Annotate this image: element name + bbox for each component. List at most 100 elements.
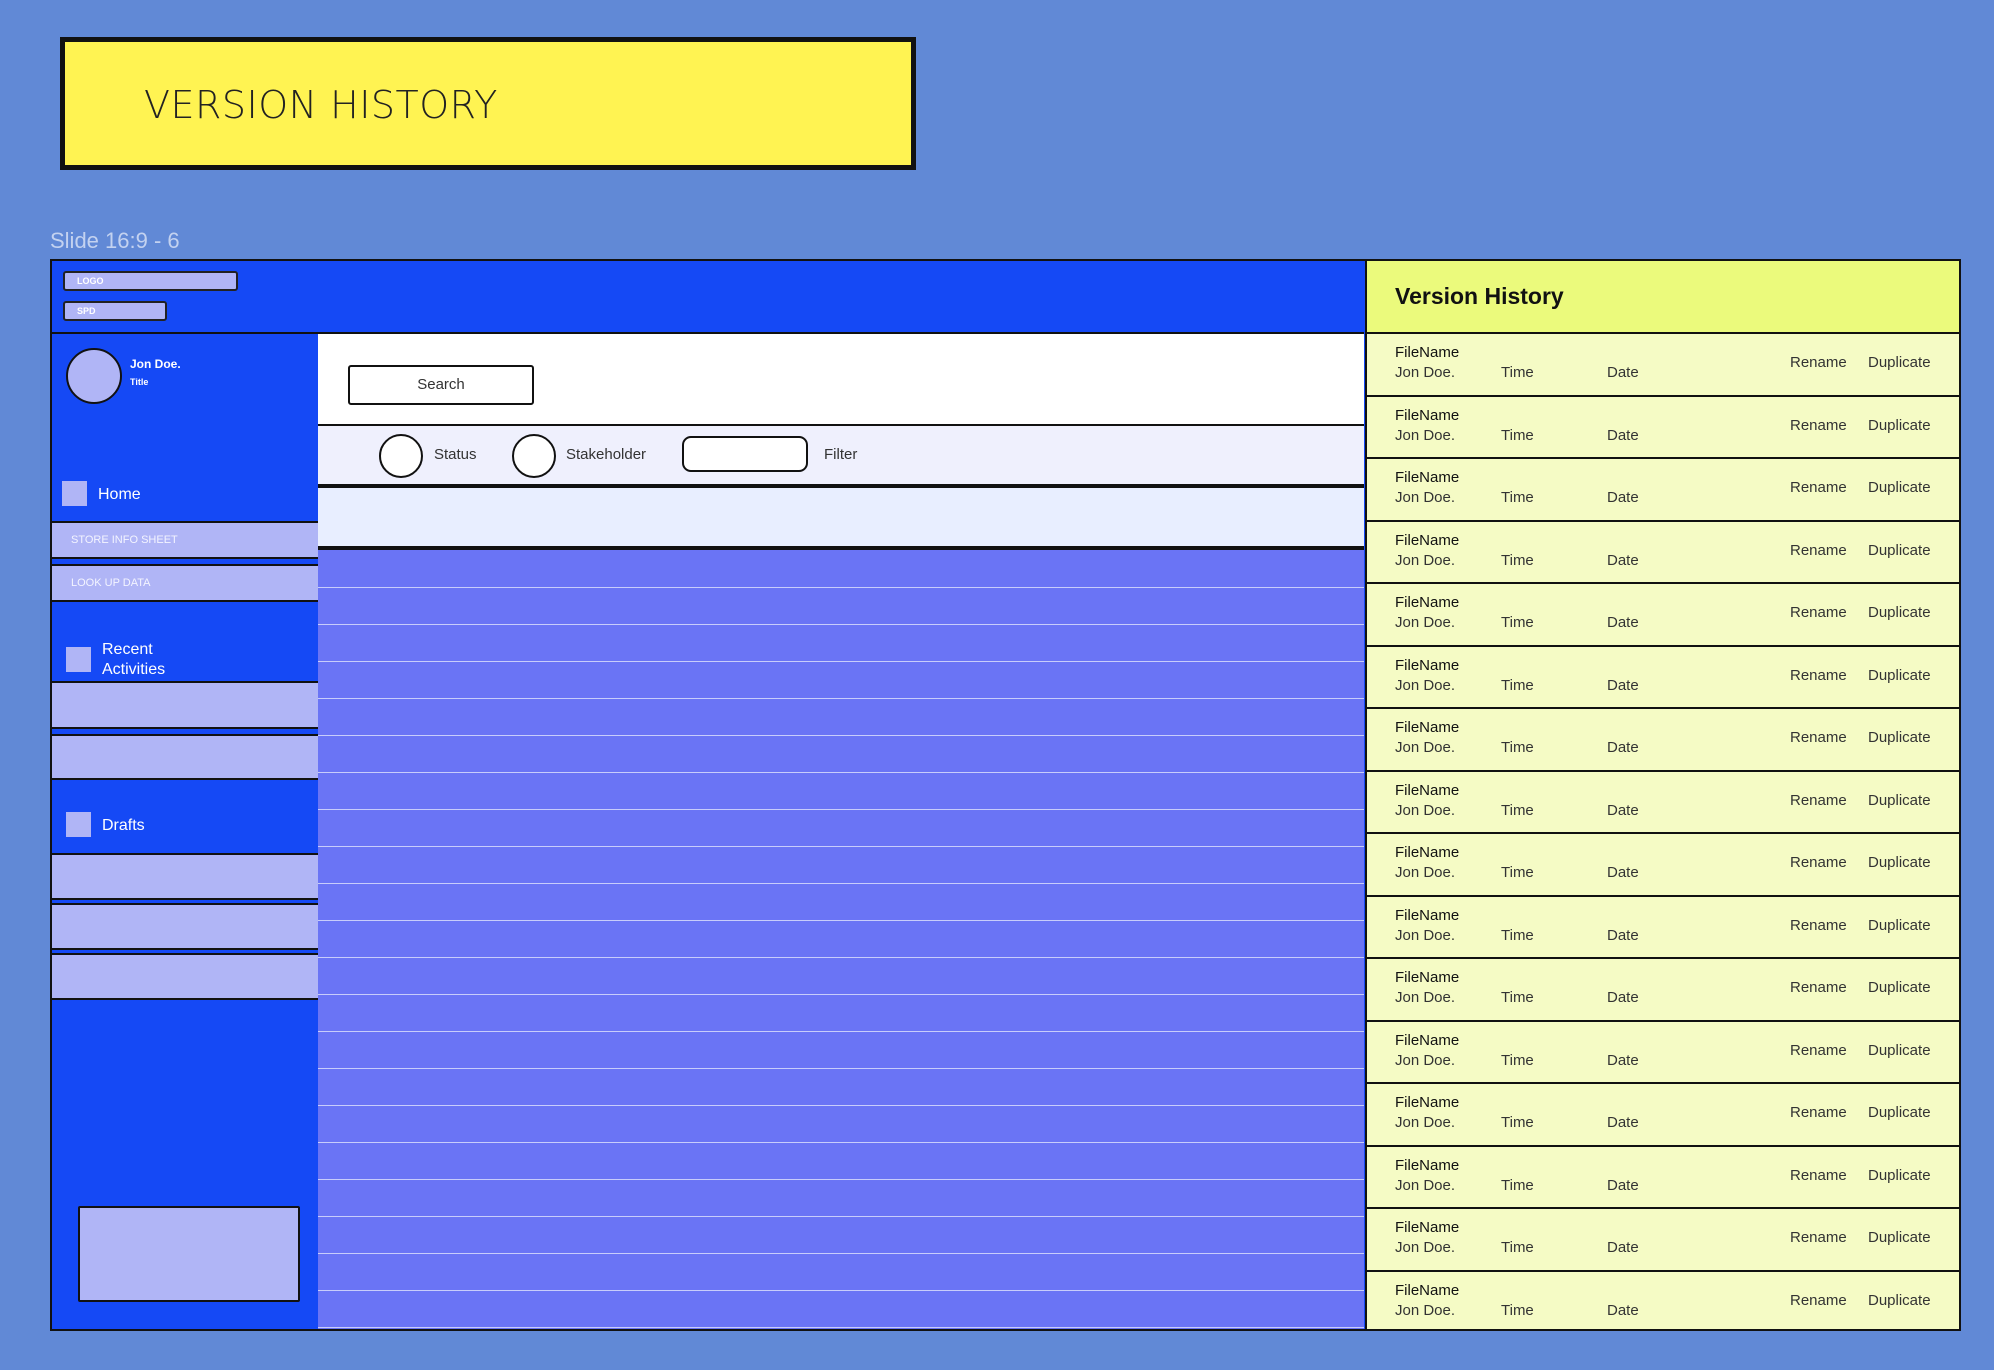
rename-button[interactable]: Rename <box>1790 479 1847 496</box>
version-time: Time <box>1501 1176 1534 1194</box>
version-time: Time <box>1501 989 1534 1006</box>
table-row-divider <box>318 772 1364 773</box>
rename-button[interactable]: Rename <box>1790 854 1847 871</box>
version-row[interactable]: FileName Jon Doe. Time Date Rename Duplicate <box>1367 1084 1959 1147</box>
duplicate-button[interactable]: Duplicate <box>1868 479 1931 496</box>
filter-row: Status Stakeholder Filter <box>318 426 1364 488</box>
duplicate-button[interactable]: Duplicate <box>1868 1292 1931 1309</box>
version-time: Time <box>1501 551 1534 569</box>
rename-button[interactable]: Rename <box>1790 979 1847 996</box>
version-time: Time <box>1501 614 1534 631</box>
version-date: Date <box>1607 864 1639 881</box>
version-row[interactable]: FileName Jon Doe. Time Date Rename Duplicate <box>1367 1209 1959 1272</box>
rename-button[interactable]: Rename <box>1790 1292 1847 1309</box>
duplicate-button[interactable]: Duplicate <box>1868 729 1931 746</box>
filter-input[interactable] <box>682 436 808 472</box>
table-row-divider <box>318 1179 1364 1180</box>
avatar[interactable] <box>66 348 122 404</box>
sidebar-item-home[interactable]: Home <box>98 485 141 505</box>
sidebar-item-drafts[interactable]: Drafts <box>102 816 145 836</box>
rename-button[interactable]: Rename <box>1790 542 1847 559</box>
rename-button[interactable]: Rename <box>1790 1104 1847 1121</box>
rename-button[interactable]: Rename <box>1790 917 1847 934</box>
table-row-divider <box>318 1105 1364 1106</box>
title-banner: VERSION HISTORY <box>60 37 916 170</box>
author-name: Jon Doe. <box>1395 614 1456 631</box>
version-row[interactable]: FileName Jon Doe. Time Date Rename Duplicate <box>1367 459 1959 522</box>
file-name: FileName <box>1395 656 1460 674</box>
draft-item-3[interactable] <box>52 953 318 1000</box>
sidebar-item-recent-activities[interactable]: Recent Activities <box>102 640 165 680</box>
file-name: FileName <box>1395 1094 1460 1111</box>
author-name: Jon Doe. <box>1395 864 1456 881</box>
status-radio[interactable] <box>379 434 423 478</box>
file-name: FileName <box>1395 844 1460 861</box>
recent-item-1[interactable] <box>52 681 318 729</box>
author-name: Jon Doe. <box>1395 989 1456 1006</box>
rename-button[interactable]: Rename <box>1790 792 1847 809</box>
rename-button[interactable]: Rename <box>1790 1229 1847 1246</box>
search-button[interactable]: Search <box>348 365 534 405</box>
duplicate-button[interactable]: Duplicate <box>1868 354 1931 371</box>
duplicate-button[interactable]: Duplicate <box>1868 417 1931 434</box>
stakeholder-radio[interactable] <box>512 434 556 478</box>
author-name: Jon Doe. <box>1395 926 1456 944</box>
version-row[interactable]: FileName Jon Doe. Time Date Rename Duplicate <box>1367 522 1959 584</box>
table-row-divider <box>318 1327 1364 1328</box>
duplicate-button[interactable]: Duplicate <box>1868 667 1931 684</box>
duplicate-button[interactable]: Duplicate <box>1868 792 1931 809</box>
recent-label-line1: Recent <box>102 641 153 658</box>
rename-button[interactable]: Rename <box>1790 604 1847 621</box>
version-row[interactable]: FileName Jon Doe. Time Date Rename Duplicate <box>1367 1147 1959 1209</box>
rename-button[interactable]: Rename <box>1790 417 1847 434</box>
logo-placeholder[interactable]: LOGO <box>63 271 238 291</box>
version-row[interactable]: FileName Jon Doe. Time Date Rename Duplicate <box>1367 897 1959 959</box>
banner-title: VERSION HISTORY <box>144 83 498 127</box>
sidebar-bottom-card[interactable] <box>78 1206 300 1302</box>
rename-button[interactable]: Rename <box>1790 667 1847 684</box>
table-row-divider <box>318 698 1364 699</box>
version-row[interactable]: FileName Jon Doe. Time Date Rename Duplicate <box>1367 1022 1959 1084</box>
version-row[interactable]: FileName Jon Doe. Time Date Rename Duplicate <box>1367 709 1959 772</box>
recent-item-2[interactable] <box>52 734 318 780</box>
table-row-divider <box>318 1068 1364 1069</box>
draft-item-1[interactable] <box>52 853 318 900</box>
duplicate-button[interactable]: Duplicate <box>1868 604 1931 621</box>
duplicate-button[interactable]: Duplicate <box>1868 542 1931 559</box>
file-name: FileName <box>1395 969 1460 986</box>
sidebar-item-look-up-data[interactable]: LOOK UP DATA <box>52 564 318 602</box>
rename-button[interactable]: Rename <box>1790 1042 1847 1059</box>
table-row-divider <box>318 1142 1364 1143</box>
home-icon <box>62 481 87 506</box>
duplicate-button[interactable]: Duplicate <box>1868 1167 1931 1184</box>
version-row[interactable]: FileName Jon Doe. Time Date Rename Duplicate <box>1367 584 1959 647</box>
author-name: Jon Doe. <box>1395 1301 1456 1319</box>
version-row[interactable]: FileName Jon Doe. Time Date Rename Duplicate <box>1367 834 1959 897</box>
spd-placeholder[interactable]: SPD <box>63 301 167 321</box>
rename-button[interactable]: Rename <box>1790 354 1847 371</box>
version-row[interactable]: FileName Jon Doe. Time Date Rename Duplicate <box>1367 397 1959 459</box>
recent-label-line2: Activities <box>102 661 166 678</box>
status-label: Status <box>434 446 477 463</box>
duplicate-button[interactable]: Duplicate <box>1868 1229 1931 1246</box>
file-name: FileName <box>1395 469 1460 486</box>
version-row[interactable]: FileName Jon Doe. Time Date Rename Duplicate <box>1367 772 1959 834</box>
duplicate-button[interactable]: Duplicate <box>1868 917 1931 934</box>
stakeholder-label: Stakeholder <box>566 446 647 463</box>
file-name: FileName <box>1395 781 1460 799</box>
version-row[interactable]: FileName Jon Doe. Time Date Rename Duplicate <box>1367 647 1959 709</box>
version-row[interactable]: FileName Jon Doe. Time Date Rename Duplicate <box>1367 334 1959 397</box>
author-name: Jon Doe. <box>1395 551 1456 569</box>
file-name: FileName <box>1395 406 1460 424</box>
rename-button[interactable]: Rename <box>1790 1167 1847 1184</box>
version-row[interactable]: FileName Jon Doe. Time Date Rename Duplicate <box>1367 1272 1959 1330</box>
duplicate-button[interactable]: Duplicate <box>1868 1104 1931 1121</box>
sidebar-item-store-info-sheet[interactable]: STORE INFO SHEET <box>52 521 318 559</box>
duplicate-button[interactable]: Duplicate <box>1868 1042 1931 1059</box>
draft-item-2[interactable] <box>52 903 318 950</box>
rename-button[interactable]: Rename <box>1790 729 1847 746</box>
version-row[interactable]: FileName Jon Doe. Time Date Rename Duplicate <box>1367 959 1959 1022</box>
duplicate-button[interactable]: Duplicate <box>1868 854 1931 871</box>
file-name: FileName <box>1395 1281 1460 1299</box>
duplicate-button[interactable]: Duplicate <box>1868 979 1931 996</box>
